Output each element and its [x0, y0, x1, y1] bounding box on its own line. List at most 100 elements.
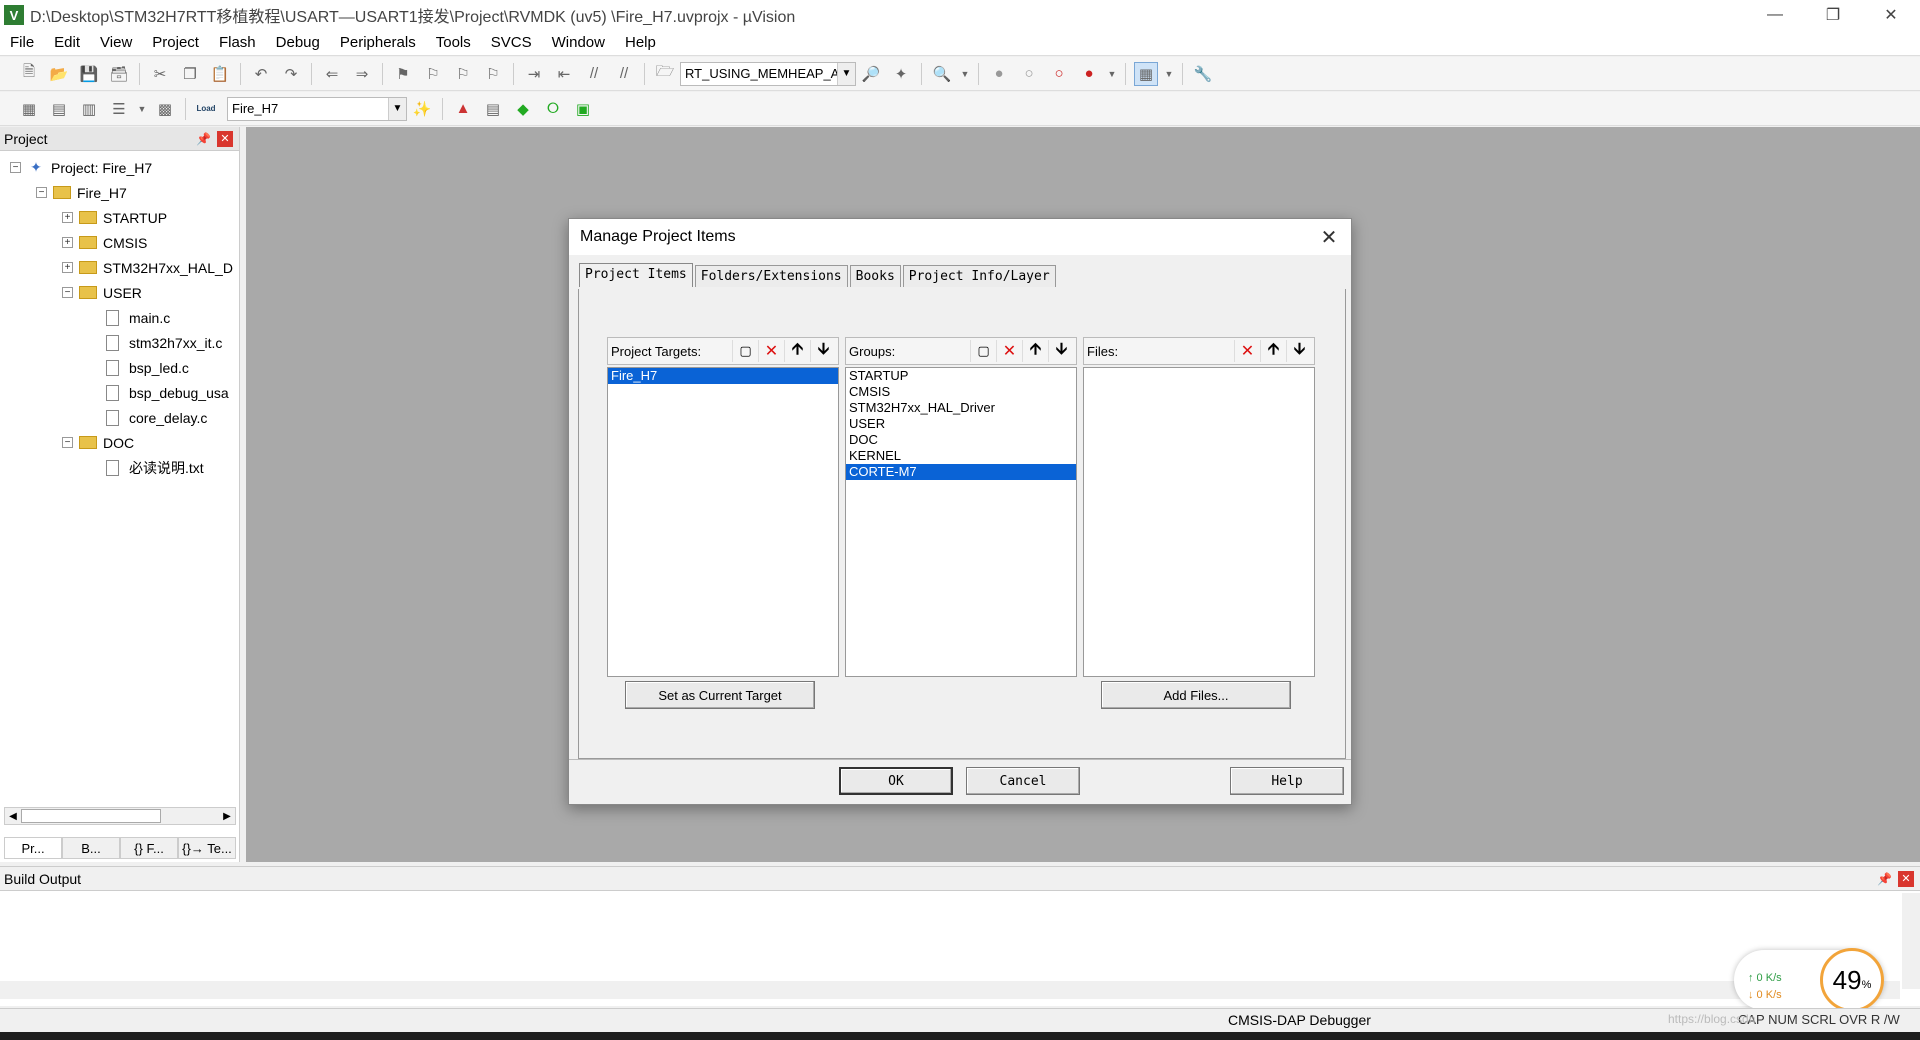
breakpoint-icon[interactable]: ●: [987, 62, 1011, 86]
menu-peripherals[interactable]: Peripherals: [330, 34, 426, 51]
comment-icon[interactable]: //: [582, 62, 606, 86]
tree-node[interactable]: stm32h7xx_it.c: [106, 330, 222, 355]
tree-node[interactable]: + STM32H7xx_HAL_D: [62, 255, 233, 280]
help-button[interactable]: Help: [1230, 767, 1344, 795]
network-speed-widget[interactable]: ↑ 0 K/s ↓ 0 K/s 49%: [1734, 948, 1884, 1012]
manage-multi-project-icon[interactable]: ▤: [481, 97, 505, 121]
debug-session-icon[interactable]: 🔍: [930, 62, 954, 86]
pack-installer-icon[interactable]: ⭘: [541, 97, 565, 121]
clear-bookmarks-icon[interactable]: ⚐: [481, 62, 505, 86]
menu-debug[interactable]: Debug: [266, 34, 330, 51]
collapse-icon[interactable]: −: [62, 287, 73, 298]
tab-folders-extensions[interactable]: Folders/Extensions: [694, 265, 848, 287]
tab-books[interactable]: B...: [62, 837, 120, 859]
list-item[interactable]: KERNEL: [846, 448, 1076, 464]
bookmark-icon[interactable]: ⚑: [391, 62, 415, 86]
tab-books[interactable]: Books: [849, 265, 901, 287]
download-icon[interactable]: Load: [194, 97, 218, 121]
pin-icon[interactable]: 📌: [1877, 872, 1892, 886]
list-item[interactable]: STARTUP: [846, 368, 1076, 384]
redo-icon[interactable]: ↷: [279, 62, 303, 86]
find-in-files-icon[interactable]: 🗁: [653, 62, 677, 86]
find-combo[interactable]: RT_USING_MEMHEAP_AS ▼: [680, 61, 856, 86]
incremental-find-icon[interactable]: 🔎: [859, 62, 883, 86]
wrench-icon[interactable]: 🔧: [1191, 62, 1215, 86]
tree-node[interactable]: + CMSIS: [62, 230, 147, 255]
new-item-icon[interactable]: ▢: [732, 340, 758, 362]
tab-project-info-layer[interactable]: Project Info/Layer: [902, 265, 1056, 287]
unindent-icon[interactable]: ⇤: [552, 62, 576, 86]
menu-help[interactable]: Help: [615, 34, 666, 51]
tree-node[interactable]: − ✦ Project: Fire_H7: [10, 155, 152, 180]
close-panel-icon[interactable]: ✕: [217, 130, 233, 147]
list-item[interactable]: USER: [846, 416, 1076, 432]
add-files-button[interactable]: Add Files...: [1101, 681, 1291, 709]
chevron-down-icon[interactable]: ▼: [1107, 62, 1117, 86]
cancel-button[interactable]: Cancel: [966, 767, 1080, 795]
tree-node[interactable]: − DOC: [62, 430, 134, 455]
indent-icon[interactable]: ⇥: [522, 62, 546, 86]
menu-flash[interactable]: Flash: [209, 34, 266, 51]
select-packs-icon[interactable]: ◆: [511, 97, 535, 121]
cut-icon[interactable]: ✂: [148, 62, 172, 86]
tree-node[interactable]: main.c: [106, 305, 170, 330]
tree-node[interactable]: core_delay.c: [106, 405, 207, 430]
target-combo[interactable]: Fire_H7 ▼: [227, 96, 407, 121]
scroll-right-icon[interactable]: ▶: [219, 808, 235, 824]
menu-edit[interactable]: Edit: [44, 34, 90, 51]
tab-project-items[interactable]: Project Items: [579, 263, 693, 287]
translate-icon[interactable]: ▦: [17, 97, 41, 121]
paste-icon[interactable]: 📋: [208, 62, 232, 86]
disable-all-breakpoints-icon[interactable]: ○: [1047, 62, 1071, 86]
build-icon[interactable]: ▤: [47, 97, 71, 121]
set-as-current-target-button[interactable]: Set as Current Target: [625, 681, 815, 709]
tab-project[interactable]: Pr...: [4, 837, 62, 859]
chevron-down-icon[interactable]: ▼: [960, 62, 970, 86]
expand-icon[interactable]: +: [62, 212, 73, 223]
copy-icon[interactable]: ❐: [178, 62, 202, 86]
horizontal-scrollbar[interactable]: ◀ ▶: [4, 807, 236, 825]
files-listbox[interactable]: [1083, 367, 1315, 677]
list-item[interactable]: Fire_H7: [608, 368, 838, 384]
tab-functions[interactable]: {} F...: [120, 837, 178, 859]
open-file-icon[interactable]: 📂: [47, 62, 71, 86]
tree-node[interactable]: bsp_led.c: [106, 355, 189, 380]
manage-project-items-icon[interactable]: ▲: [451, 97, 475, 121]
delete-icon[interactable]: ✕: [996, 340, 1022, 362]
rebuild-icon[interactable]: ▥: [77, 97, 101, 121]
expand-icon[interactable]: +: [62, 262, 73, 273]
tree-node[interactable]: + STARTUP: [62, 205, 167, 230]
move-down-icon[interactable]: 🡫: [1048, 340, 1074, 362]
disable-breakpoint-icon[interactable]: ○: [1017, 62, 1041, 86]
scroll-left-icon[interactable]: ◀: [5, 808, 21, 824]
tab-templates[interactable]: {}→ Te...: [178, 837, 236, 859]
rte-icon[interactable]: ▣: [571, 97, 595, 121]
target-options-icon[interactable]: ✨: [410, 97, 434, 121]
kill-breakpoints-icon[interactable]: ●: [1077, 62, 1101, 86]
chevron-down-icon[interactable]: ▼: [837, 62, 855, 85]
next-bookmark-icon[interactable]: ⚐: [451, 62, 475, 86]
ok-button[interactable]: OK: [839, 767, 953, 795]
close-window-button[interactable]: ✕: [1862, 0, 1920, 30]
delete-icon[interactable]: ✕: [1234, 340, 1260, 362]
chevron-down-icon[interactable]: ▼: [388, 97, 406, 120]
expand-icon[interactable]: +: [62, 237, 73, 248]
move-up-icon[interactable]: 🡩: [784, 340, 810, 362]
minimize-button[interactable]: —: [1746, 0, 1804, 30]
move-down-icon[interactable]: 🡫: [810, 340, 836, 362]
vertical-scrollbar[interactable]: [1902, 893, 1920, 989]
tree-node[interactable]: − USER: [62, 280, 142, 305]
save-icon[interactable]: 💾: [77, 62, 101, 86]
prev-bookmark-icon[interactable]: ⚐: [421, 62, 445, 86]
new-item-icon[interactable]: ▢: [970, 340, 996, 362]
menu-project[interactable]: Project: [142, 34, 209, 51]
horizontal-scrollbar[interactable]: [0, 981, 1900, 999]
tree-node[interactable]: bsp_debug_usa: [106, 380, 229, 405]
collapse-icon[interactable]: −: [10, 162, 21, 173]
move-up-icon[interactable]: 🡩: [1260, 340, 1286, 362]
nav-forward-icon[interactable]: ⇒: [350, 62, 374, 86]
restore-button[interactable]: ❐: [1804, 0, 1862, 30]
delete-icon[interactable]: ✕: [758, 340, 784, 362]
list-item[interactable]: CMSIS: [846, 384, 1076, 400]
list-item[interactable]: STM32H7xx_HAL_Driver: [846, 400, 1076, 416]
